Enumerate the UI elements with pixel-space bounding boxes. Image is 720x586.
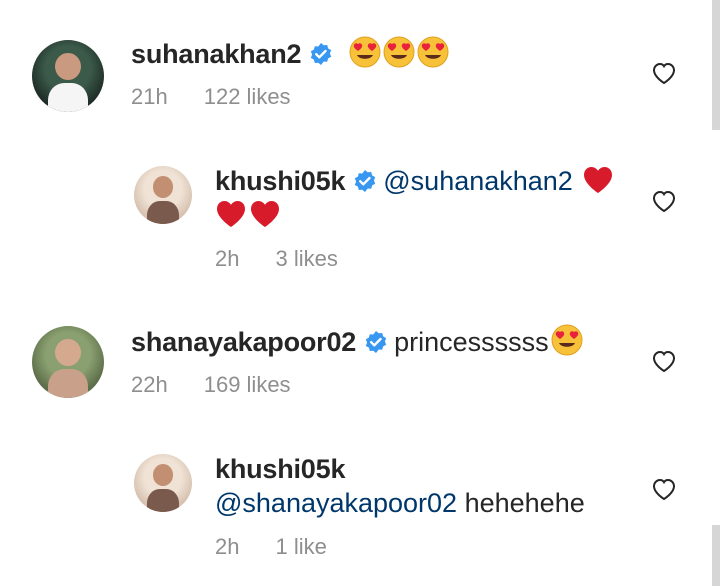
comment-text-line: suhanakhan2 [131, 36, 449, 76]
comment-body: princessssss [394, 327, 549, 357]
red-heart-emoji-icon [217, 201, 245, 227]
heart-eyes-emoji-icon [349, 36, 381, 76]
timestamp[interactable]: 2h [215, 534, 239, 559]
scrollbar-thumb-bottom[interactable] [712, 525, 720, 586]
timestamp[interactable]: 22h [131, 372, 168, 397]
heart-eyes-emoji-icon [551, 324, 583, 364]
like-heart-icon[interactable] [651, 477, 677, 501]
username[interactable]: khushi05k [215, 166, 345, 196]
likes-count[interactable]: 3 likes [275, 246, 337, 271]
verified-badge-icon [355, 170, 376, 192]
comment-meta: 21h 122 likes [131, 84, 291, 110]
comment-text-line: khushi05k @suhanakhan2 [215, 164, 614, 198]
scrollbar-thumb-top[interactable] [712, 0, 720, 130]
red-heart-emoji-icon [251, 201, 279, 227]
comment-meta: 2h 3 likes [215, 246, 338, 272]
likes-count[interactable]: 122 likes [204, 84, 291, 109]
verified-badge-icon [311, 43, 332, 65]
like-heart-icon[interactable] [651, 349, 677, 373]
avatar[interactable] [134, 454, 192, 512]
red-heart-emoji-icon [584, 167, 613, 193]
comment-text-line: shanayakapoor02 princessssss [131, 324, 583, 364]
like-heart-icon[interactable] [651, 61, 677, 85]
comment-text-line: khushi05k [215, 452, 345, 486]
heart-eyes-emoji-icon [417, 36, 449, 76]
mention-link[interactable]: @shanayakapoor02 [215, 488, 457, 518]
comment-body: hehehehe [464, 488, 585, 518]
comment-meta: 22h 169 likes [131, 372, 291, 398]
avatar[interactable] [134, 166, 192, 224]
verified-badge-icon [365, 331, 387, 353]
comment-text-line-2 [213, 198, 281, 232]
username[interactable]: khushi05k [215, 454, 345, 484]
like-heart-icon[interactable] [651, 189, 677, 213]
avatar[interactable] [32, 326, 104, 398]
avatar[interactable] [32, 40, 104, 112]
username[interactable]: suhanakhan2 [131, 39, 302, 69]
username[interactable]: shanayakapoor02 [131, 327, 356, 357]
likes-count[interactable]: 1 like [275, 534, 326, 559]
timestamp[interactable]: 21h [131, 84, 168, 109]
comment-meta: 2h 1 like [215, 534, 327, 560]
heart-eyes-emoji-icon [383, 36, 415, 76]
likes-count[interactable]: 169 likes [204, 372, 291, 397]
timestamp[interactable]: 2h [215, 246, 239, 271]
comment-text-line-2: @shanayakapoor02 hehehehe [215, 486, 585, 520]
mention-link[interactable]: @suhanakhan2 [383, 166, 573, 196]
